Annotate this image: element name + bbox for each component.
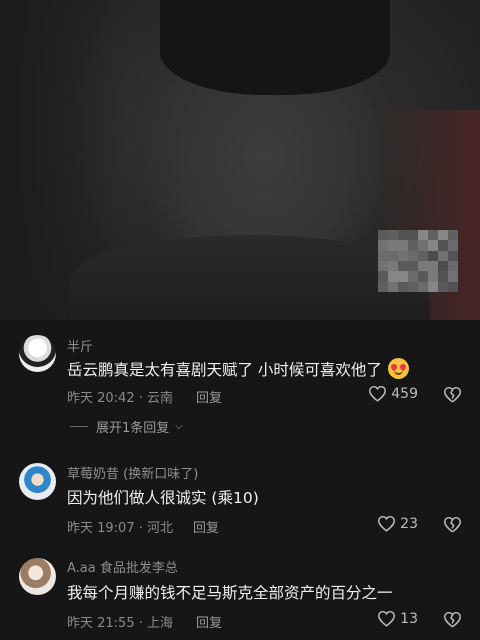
mosaic-cell [438,230,448,241]
mosaic-cell [448,230,458,241]
avatar[interactable] [19,463,56,500]
mosaic-cell [408,250,418,261]
mosaic-cell [388,250,398,261]
mosaic-cell [388,281,398,292]
mosaic-cell [388,260,398,272]
mosaic-cell [398,250,408,261]
mosaic-cell [428,260,438,272]
comment-username[interactable]: A.aa 食品批发李总 [67,557,178,576]
mosaic-cell [418,240,428,251]
mosaic-cell [388,240,398,251]
mosaic-blur-patch [378,230,458,292]
mosaic-cell [438,260,448,272]
comment-username[interactable]: 半斤 [67,336,93,355]
mosaic-cell [448,281,458,292]
mosaic-cell [438,250,448,261]
comment-list: 半斤 岳云鹏真是太有喜剧天赋了 小时候可喜欢他了 昨天 20:42 · 云南 回… [0,320,480,640]
mosaic-cell [448,250,458,261]
mosaic-cell [448,240,458,251]
comment-text-content: 岳云鹏真是太有喜剧天赋了 小时候可喜欢他了 [67,361,382,379]
comment-text[interactable]: 岳云鹏真是太有喜剧天赋了 小时候可喜欢他了 [67,358,409,380]
expand-replies-label: 展开1条回复 [96,421,170,436]
comment-item: 草莓奶昔 (换新口味了) 因为他们做人很诚实 (乘10) 昨天 19:07 · … [0,456,480,546]
mosaic-cell [378,281,388,292]
mosaic-cell [418,260,428,272]
like-button[interactable]: 23 [377,515,418,532]
reply-button[interactable]: 回复 [196,612,222,631]
mosaic-cell [448,271,458,282]
heart-outline-icon [378,515,396,532]
mosaic-cell [428,230,438,241]
comment-time-location: 昨天 21:55 · 上海 [67,616,173,631]
mosaic-cell [398,281,408,292]
expand-divider [70,426,88,427]
mosaic-cell [408,271,418,282]
comment-item: A.aa 食品批发李总 我每个月赚的钱不足马斯克全部资产的百分之一 昨天 21:… [0,552,480,640]
mosaic-cell [428,250,438,261]
reply-button[interactable]: 回复 [193,517,219,536]
mosaic-cell [378,240,388,251]
like-count: 13 [400,610,418,627]
comment-username[interactable]: 草莓奶昔 (换新口味了) [67,463,198,482]
mosaic-cell [378,271,388,282]
mosaic-cell [438,271,448,282]
mosaic-cell [408,240,418,251]
broken-heart-icon[interactable] [443,516,462,533]
mosaic-cell [378,230,388,241]
like-button[interactable]: 13 [377,610,418,627]
reply-button[interactable]: 回复 [196,387,222,406]
mosaic-cell [428,271,438,282]
mosaic-cell [398,271,408,282]
like-count: 459 [391,385,418,402]
mosaic-cell [408,230,418,241]
like-count: 23 [400,515,418,532]
mosaic-cell [408,260,418,272]
heart-outline-icon [378,610,396,627]
mosaic-cell [408,281,418,292]
comment-time-location: 昨天 20:42 · 云南 [67,391,173,406]
comment-item: 半斤 岳云鹏真是太有喜剧天赋了 小时候可喜欢他了 昨天 20:42 · 云南 回… [0,320,480,436]
mosaic-cell [398,260,408,272]
avatar[interactable] [19,558,56,595]
chevron-down-icon: ⌵ [175,421,183,432]
expand-replies-button[interactable]: 展开1条回复 ⌵ [70,417,183,436]
mosaic-cell [438,240,448,251]
broken-heart-icon[interactable] [443,386,462,403]
like-button[interactable]: 459 [368,385,418,402]
mosaic-cell [378,250,388,261]
mosaic-cell [418,271,428,282]
video-person-shirt [70,235,430,320]
comment-time-location: 昨天 19:07 · 河北 [67,521,173,536]
mosaic-cell [398,240,408,251]
mosaic-cell [418,281,428,292]
mosaic-cell [418,250,428,261]
mosaic-cell [428,240,438,251]
mosaic-cell [428,281,438,292]
mosaic-cell [388,271,398,282]
broken-heart-icon[interactable] [443,611,462,628]
mosaic-cell [398,230,408,241]
mosaic-cell [418,230,428,241]
heart-eyes-emoji-icon [387,358,409,379]
comment-text[interactable]: 因为他们做人很诚实 (乘10) [67,486,259,508]
mosaic-cell [438,281,448,292]
mosaic-cell [388,230,398,241]
video-person-hair [160,0,390,95]
mosaic-cell [448,260,458,272]
mosaic-cell [378,260,388,272]
video-frame[interactable] [0,0,480,320]
avatar[interactable] [19,335,56,372]
heart-outline-icon [369,385,387,402]
comment-text[interactable]: 我每个月赚的钱不足马斯克全部资产的百分之一 [67,581,393,603]
